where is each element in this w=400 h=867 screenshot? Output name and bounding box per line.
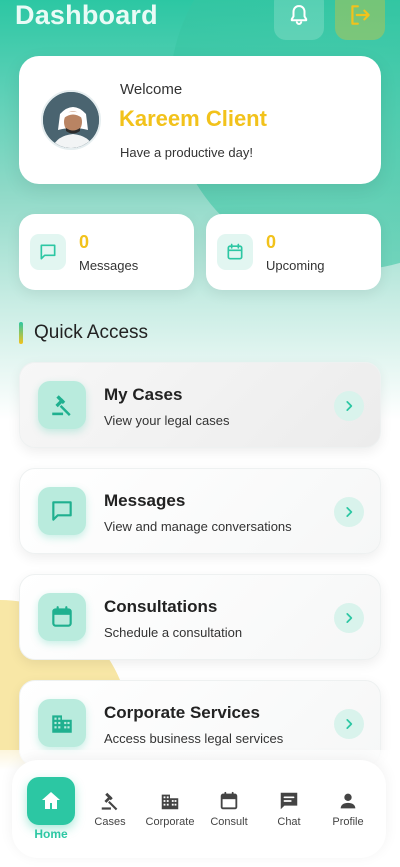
home-icon: [42, 792, 60, 809]
quick-access-heading: Quick Access: [19, 321, 148, 345]
chat-bubble-icon: [52, 501, 72, 521]
logout-icon: [351, 5, 370, 25]
user-name: Kareem Client: [119, 106, 267, 131]
card-title: Consultations: [104, 597, 218, 616]
nav-label-home[interactable]: Home: [22, 827, 80, 841]
nav-home-button[interactable]: [27, 777, 75, 825]
qa-icon-box: [38, 593, 86, 641]
stat-icon-box: [30, 234, 66, 270]
nav-label: Consult: [210, 816, 248, 828]
nav-item-chat[interactable]: Chat: [259, 760, 319, 858]
card-title: My Cases: [104, 385, 183, 404]
notifications-button[interactable]: [274, 0, 324, 40]
nav-label: Chat: [277, 816, 301, 828]
page-title: Dashboard: [15, 0, 158, 30]
messages-stat-label: Messages: [79, 258, 139, 273]
upcoming-count: 0: [266, 232, 277, 252]
card-subtitle: Schedule a consultation: [104, 625, 243, 640]
section-accent-bar: [19, 322, 23, 344]
qa-icon-box: [38, 381, 86, 429]
chevron-right-icon[interactable]: [334, 497, 364, 527]
messages-card[interactable]: Messages View and manage conversations: [19, 468, 381, 554]
card-subtitle: Access business legal services: [104, 731, 284, 746]
consultations-card[interactable]: Consultations Schedule a consultation: [19, 574, 381, 660]
building-icon: [161, 794, 179, 810]
nav-label: Corporate: [145, 816, 195, 828]
stat-icon-box: [217, 234, 253, 270]
messages-stat-card[interactable]: 0 Messages: [19, 214, 194, 290]
upcoming-stat-card[interactable]: 0 Upcoming: [206, 214, 381, 290]
gavel-icon: [101, 792, 118, 811]
gavel-icon: [52, 395, 71, 416]
calendar-icon: [220, 791, 238, 810]
nav-item-consult[interactable]: Consult: [199, 760, 259, 858]
card-subtitle: View and manage conversations: [104, 519, 292, 534]
avatar-image: [43, 92, 99, 148]
building-icon: [52, 715, 72, 733]
welcome-label: Welcome: [120, 81, 183, 98]
bell-icon: [290, 5, 308, 26]
qa-icon-box: [38, 699, 86, 747]
avatar[interactable]: [41, 90, 101, 150]
nav-item-corporate[interactable]: Corporate: [140, 760, 200, 858]
card-title: Corporate Services: [104, 703, 260, 722]
nav-label: Profile: [332, 816, 364, 828]
calendar-icon: [227, 243, 243, 260]
calendar-icon: [52, 606, 72, 627]
person-icon: [340, 793, 356, 809]
card-title: Messages: [104, 491, 186, 510]
chevron-right-icon[interactable]: [334, 391, 364, 421]
chevron-right-icon[interactable]: [334, 603, 364, 633]
welcome-card: Welcome Kareem Client Have a productive …: [19, 56, 381, 184]
qa-icon-box: [38, 487, 86, 535]
welcome-subtitle: Have a productive day!: [120, 145, 253, 160]
section-title: Quick Access: [34, 322, 149, 343]
my-cases-card[interactable]: My Cases View your legal cases: [19, 362, 381, 448]
messages-count: 0: [79, 232, 90, 252]
card-subtitle: View your legal cases: [104, 413, 230, 428]
bottom-navigation: Home Cases Corporate Consult Chat Profil…: [12, 760, 386, 858]
chevron-right-icon[interactable]: [334, 709, 364, 739]
chat-icon: [280, 792, 298, 810]
nav-item-cases[interactable]: Cases: [80, 760, 140, 858]
upcoming-stat-label: Upcoming: [266, 258, 325, 273]
chat-bubble-icon: [40, 244, 56, 260]
logout-button[interactable]: [335, 0, 385, 40]
header: Dashboard: [0, 0, 400, 44]
nav-item-profile[interactable]: Profile: [318, 760, 378, 858]
nav-label: Cases: [94, 816, 126, 828]
